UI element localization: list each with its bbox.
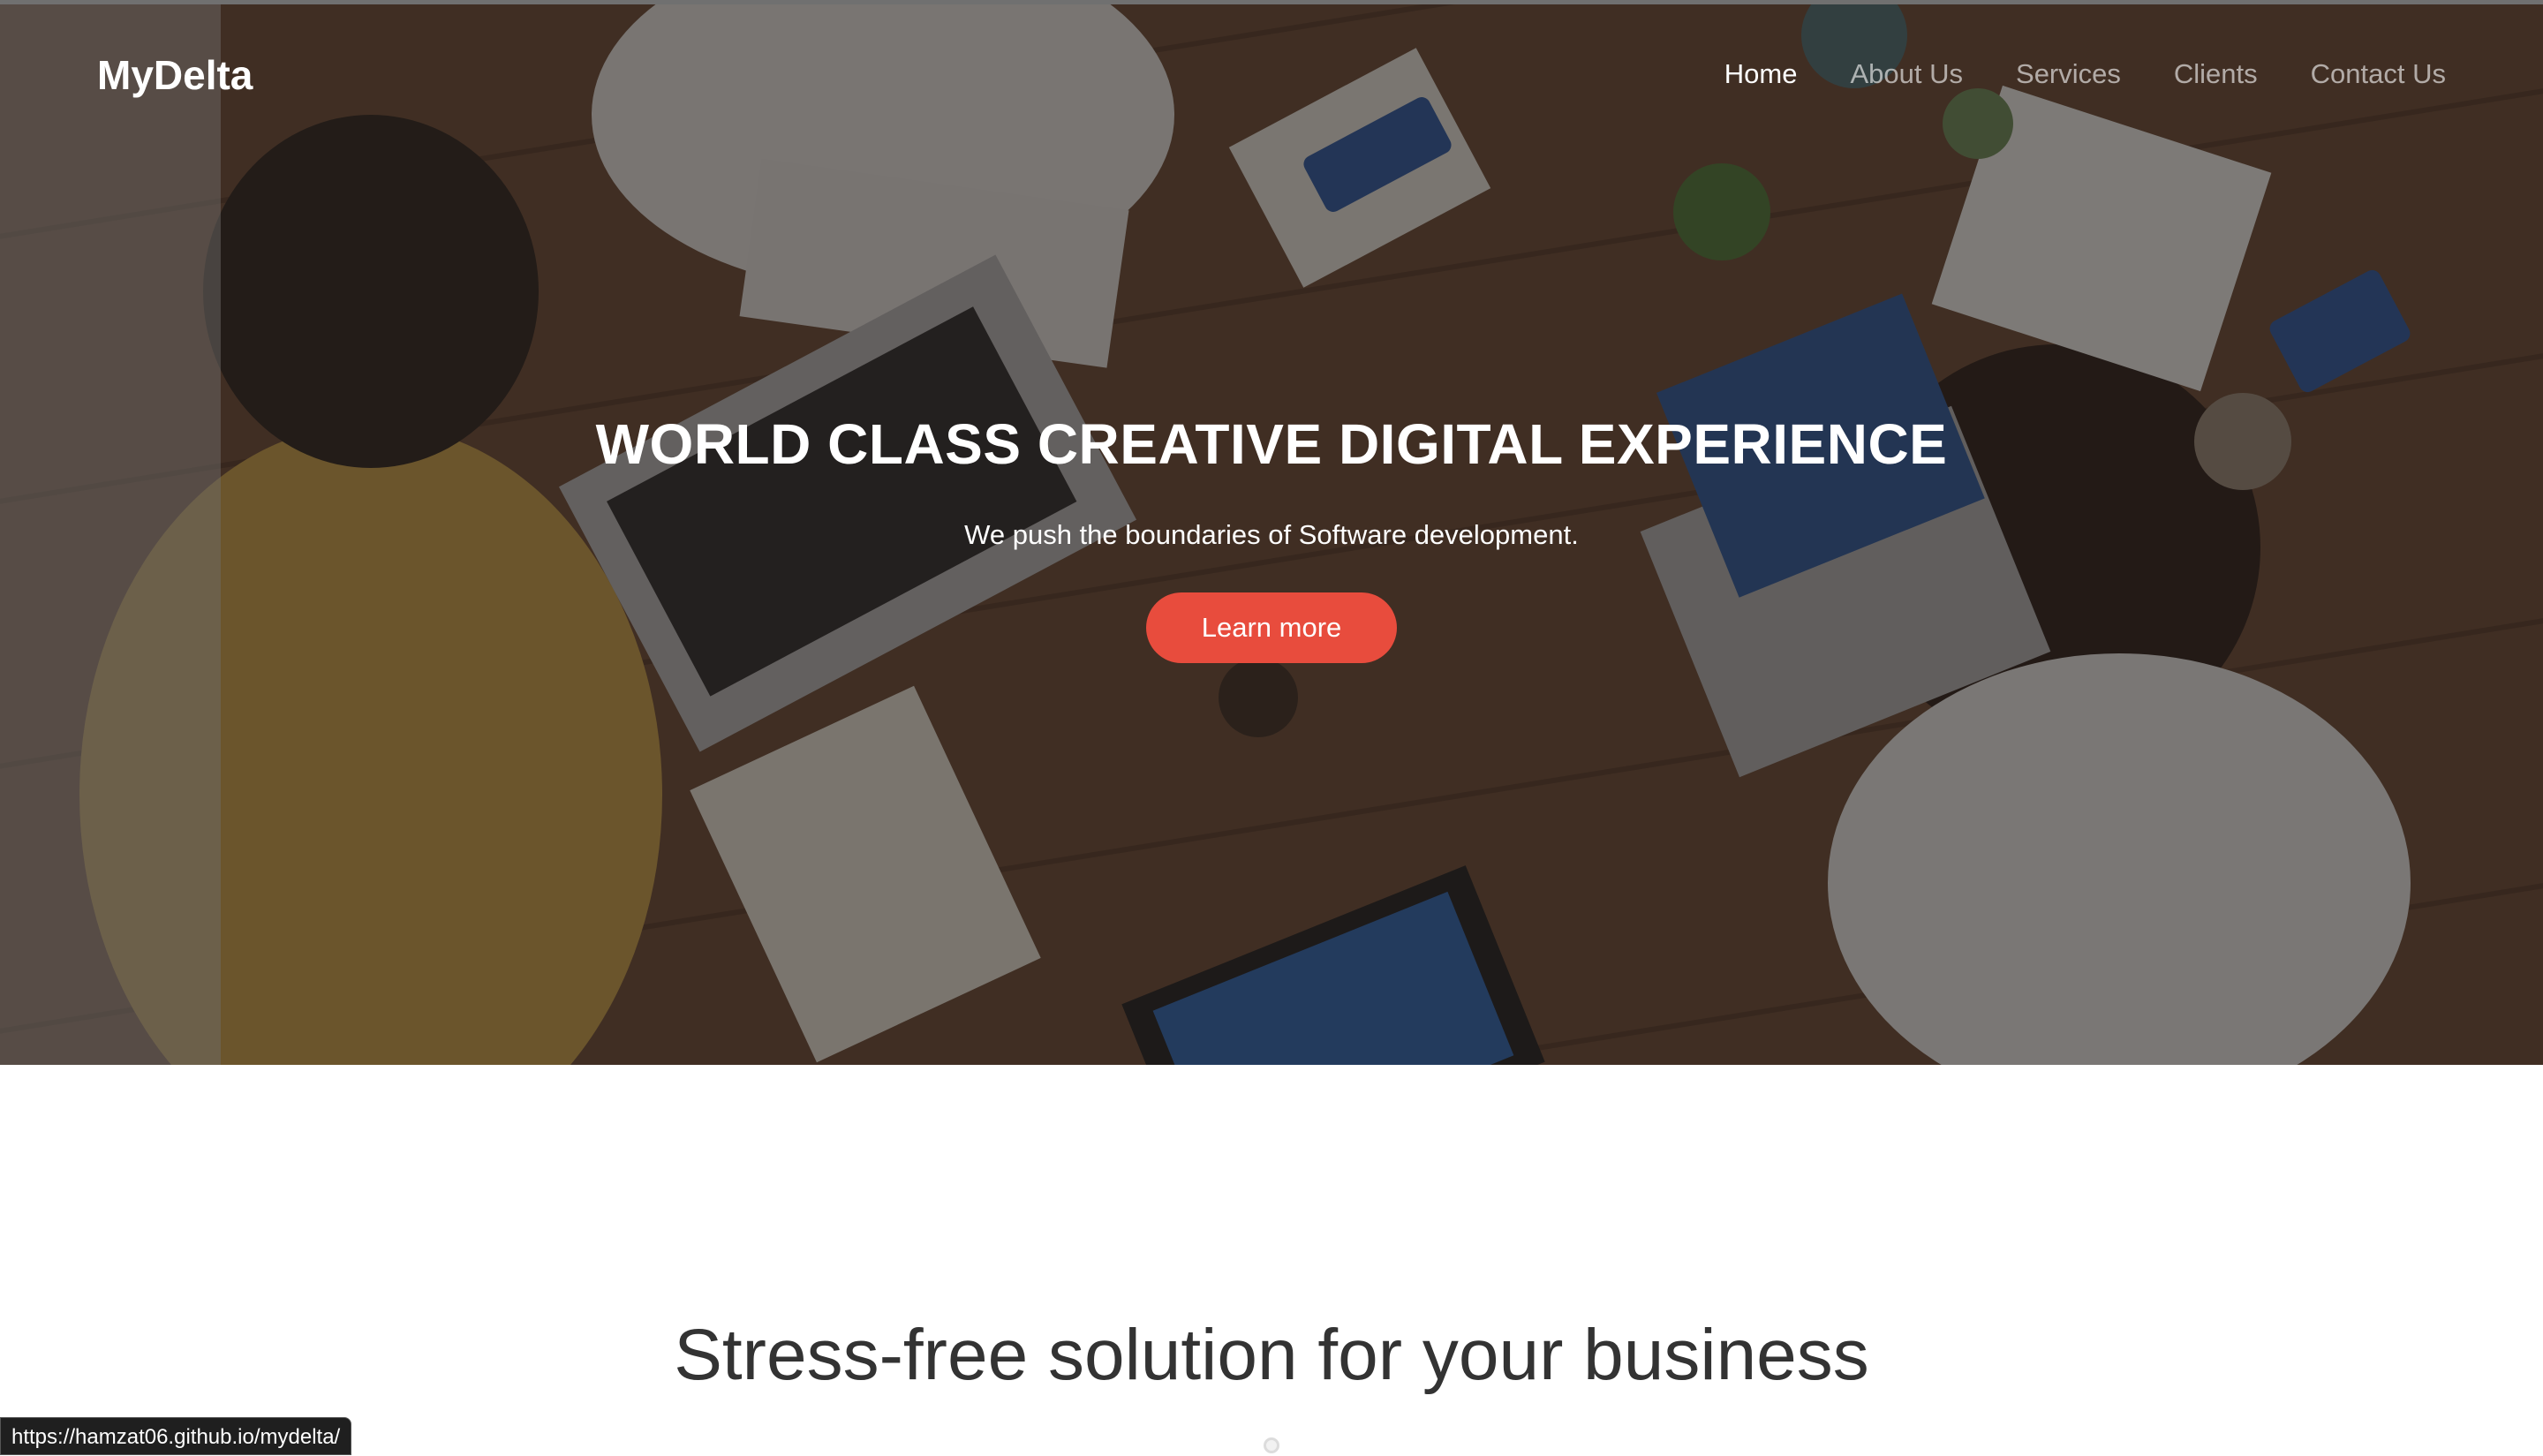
main-nav: Home About Us Services Clients Contact U…: [1724, 58, 2446, 90]
nav-item-clients[interactable]: Clients: [2174, 58, 2258, 90]
hero-title: WORLD CLASS CREATIVE DIGITAL EXPERIENCE: [595, 412, 1948, 476]
link-preview-status-bar: https://hamzat06.github.io/mydelta/: [0, 1417, 352, 1455]
section-title: Stress-free solution for your business: [674, 1315, 1869, 1395]
learn-more-button[interactable]: Learn more: [1146, 592, 1397, 663]
brand-logo[interactable]: MyDelta: [97, 51, 253, 99]
section-divider-dot: [1264, 1437, 1279, 1453]
hero-section: MyDelta Home About Us Services Clients C…: [0, 0, 2543, 1065]
nav-item-about-us[interactable]: About Us: [1851, 58, 1964, 90]
nav-item-home[interactable]: Home: [1724, 58, 1798, 90]
nav-item-services[interactable]: Services: [2016, 58, 2121, 90]
hero-subtitle: We push the boundaries of Software devel…: [964, 519, 1579, 550]
window-top-border: [0, 0, 2543, 4]
nav-item-contact-us[interactable]: Contact Us: [2311, 58, 2446, 90]
